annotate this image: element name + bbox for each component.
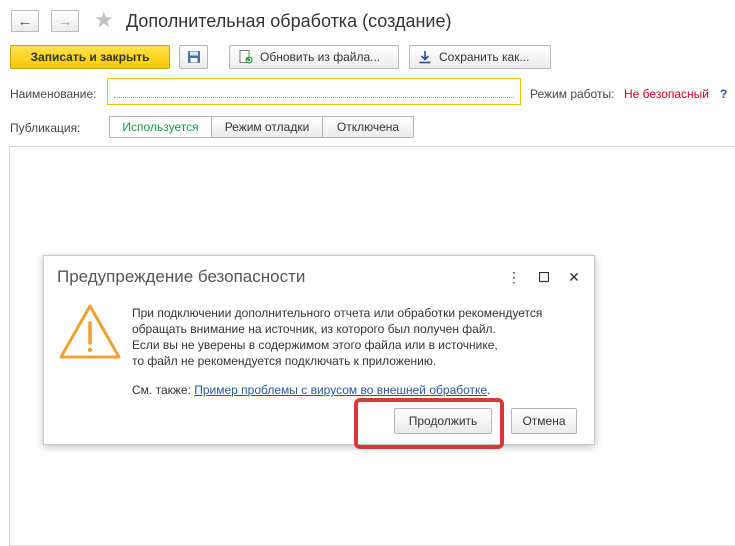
update-from-file-button[interactable]: Обновить из файла... (229, 45, 399, 69)
save-and-close-button[interactable]: Записать и закрыть (10, 45, 170, 69)
back-button[interactable]: ← (11, 10, 39, 32)
name-label: Наименование: (10, 87, 97, 101)
update-from-file-label: Обновить из файла... (260, 50, 381, 64)
name-field-wrapper (107, 78, 521, 105)
message-line: то файл не рекомендуется подключать к пр… (132, 354, 437, 368)
message-line: При подключении дополнительного отчета и… (132, 306, 543, 320)
star-icon[interactable]: ★ (94, 7, 114, 33)
message-line: Если вы не уверены в содержимом этого фа… (132, 338, 498, 352)
publication-label: Публикация: (10, 121, 81, 135)
see-also-suffix: . (487, 383, 491, 397)
dialog-title: Предупреждение безопасности (57, 267, 306, 286)
arrow-left-icon: ← (17, 12, 33, 30)
name-input[interactable] (108, 79, 520, 104)
mode-value: Не безопасный (624, 87, 709, 101)
publication-selector: Используется Режим отладки Отключена (109, 116, 414, 138)
file-refresh-icon (239, 50, 253, 64)
save-and-close-label: Записать и закрыть (30, 50, 150, 64)
see-also: См. также: Пример проблемы с вирусом во … (132, 383, 490, 397)
see-also-prefix: См. также: (132, 383, 195, 397)
cancel-button[interactable]: Отмена (511, 408, 577, 434)
download-icon (419, 51, 431, 64)
publication-option-debug[interactable]: Режим отладки (211, 116, 323, 138)
window-title: Дополнительная обработка (создание) (126, 11, 452, 31)
arrow-right-icon: → (57, 12, 73, 30)
forward-button[interactable]: → (51, 10, 79, 32)
save-button[interactable] (179, 45, 208, 69)
more-vertical-icon[interactable]: ⋮ (506, 268, 522, 286)
input-underline (114, 97, 514, 98)
publication-option-disabled[interactable]: Отключена (322, 116, 414, 138)
publication-option-used[interactable]: Используется (109, 116, 212, 138)
save-as-button[interactable]: Сохранить как... (409, 45, 551, 69)
save-as-label: Сохранить как... (439, 50, 530, 64)
warning-triangle-icon (59, 304, 121, 359)
dialog-message: При подключении дополнительного отчета и… (132, 305, 582, 369)
help-link[interactable]: ? (720, 86, 727, 102)
close-icon[interactable]: ✕ (566, 268, 582, 286)
cancel-label: Отмена (522, 414, 566, 428)
maximize-icon[interactable] (536, 268, 552, 286)
mode-label: Режим работы: (530, 87, 615, 101)
message-line: обращать внимание на источник, из которо… (132, 322, 496, 336)
virus-example-link[interactable]: Пример проблемы с вирусом во внешней обр… (194, 383, 487, 397)
security-warning-dialog: Предупреждение безопасности ⋮ ✕ При подк… (43, 255, 595, 445)
floppy-disk-icon (187, 51, 200, 63)
highlight-box (354, 398, 504, 449)
